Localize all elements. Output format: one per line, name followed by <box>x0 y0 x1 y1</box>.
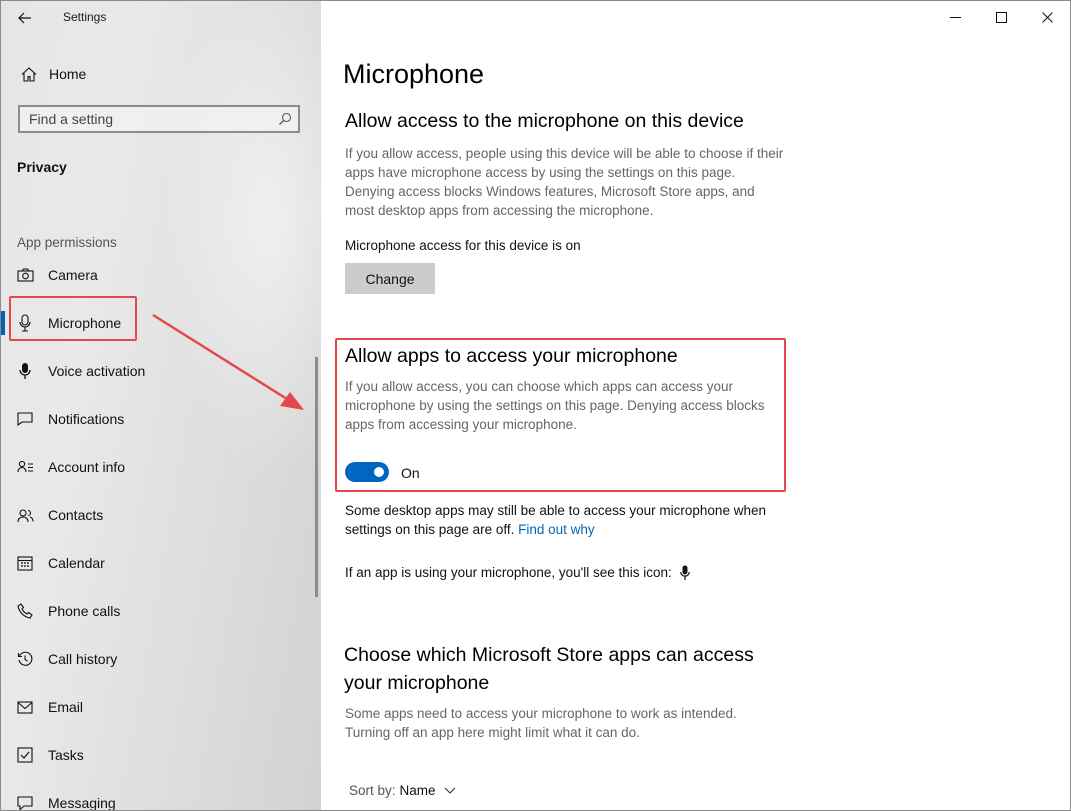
maximize-button[interactable] <box>978 1 1024 33</box>
back-button[interactable] <box>11 5 39 31</box>
maximize-icon <box>995 11 1007 23</box>
sort-dropdown[interactable]: Sort by: Name <box>349 783 456 798</box>
tasks-icon <box>13 747 37 763</box>
history-icon <box>13 651 37 667</box>
close-button[interactable] <box>1024 1 1070 33</box>
minimize-icon <box>949 16 961 18</box>
sidebar-item-messaging[interactable]: Messaging <box>1 781 321 810</box>
sidebar-item-label: Messaging <box>48 795 116 810</box>
sidebar-item-label: Voice activation <box>48 363 146 379</box>
sidebar-scrollbar[interactable] <box>315 357 318 597</box>
sidebar-item-label: Contacts <box>48 507 104 523</box>
sidebar-item-home[interactable]: Home <box>9 60 309 88</box>
device-access-heading: Allow access to the microphone on this d… <box>345 110 744 132</box>
change-button[interactable]: Change <box>345 263 435 294</box>
sidebar-item-tasks[interactable]: Tasks <box>1 733 321 777</box>
icon-note-text: If an app is using your microphone, you'… <box>345 565 672 580</box>
search-icon[interactable] <box>272 112 298 126</box>
sidebar-item-label: Email <box>48 699 84 715</box>
sidebar-item-notifications[interactable]: Notifications <box>1 397 321 441</box>
account-info-icon <box>13 460 37 474</box>
minimize-button[interactable] <box>932 1 978 33</box>
apps-access-heading: Allow apps to access your microphone <box>345 345 678 367</box>
home-icon <box>11 66 47 82</box>
group-label: App permissions <box>17 235 117 250</box>
close-icon <box>1041 11 1053 23</box>
annotation-highlight-sidebar <box>9 296 137 341</box>
home-label: Home <box>49 66 87 82</box>
sidebar-item-contacts[interactable]: Contacts <box>1 493 321 537</box>
sidebar-item-account-info[interactable]: Account info <box>1 445 321 489</box>
sidebar-item-label: Call history <box>48 651 118 667</box>
sort-label: Sort by: <box>349 783 396 798</box>
sidebar: Settings Home Privacy App permissions Ca… <box>1 1 321 810</box>
chevron-down-icon <box>444 787 456 794</box>
sidebar-item-label: Phone calls <box>48 603 121 619</box>
find-out-why-link[interactable]: Find out why <box>518 522 595 537</box>
page-title: Microphone <box>343 59 485 89</box>
search-box[interactable] <box>18 105 300 133</box>
camera-icon <box>13 268 37 282</box>
apps-access-toggle[interactable] <box>345 462 389 482</box>
sidebar-item-phone-calls[interactable]: Phone calls <box>1 589 321 633</box>
settings-window: Settings Home Privacy App permissions Ca… <box>0 0 1071 811</box>
sidebar-item-label: Account info <box>48 459 126 475</box>
calendar-icon <box>13 555 37 571</box>
sidebar-item-label: Camera <box>48 267 98 283</box>
title-bar: Settings <box>1 1 321 35</box>
toggle-state-label: On <box>401 465 420 481</box>
email-icon <box>13 700 37 714</box>
window-controls <box>932 1 1070 33</box>
desktop-apps-note: Some desktop apps may still be able to a… <box>345 501 795 539</box>
store-apps-heading: Choose which Microsoft Store apps can ac… <box>344 644 754 695</box>
device-access-status: Microphone access for this device is on <box>345 238 581 253</box>
sidebar-item-camera[interactable]: Camera <box>1 253 321 297</box>
icon-note: If an app is using your microphone, you'… <box>345 563 690 582</box>
sort-value: Name <box>399 783 436 798</box>
contacts-icon <box>13 508 37 523</box>
section-title: Privacy <box>17 159 67 175</box>
phone-icon <box>13 603 37 619</box>
apps-access-description: If you allow access, you can choose whic… <box>345 379 765 432</box>
main-content: Microphone Allow access to the microphon… <box>321 1 1070 810</box>
microphone-in-use-icon <box>679 565 690 580</box>
sidebar-item-calendar[interactable]: Calendar <box>1 541 321 585</box>
device-access-description: If you allow access, people using this d… <box>345 146 784 218</box>
sidebar-item-label: Notifications <box>48 411 125 427</box>
voice-microphone-icon <box>13 362 37 380</box>
store-apps-heading-line1: Choose which Microsoft Store apps can ac… <box>344 644 754 666</box>
sidebar-item-label: Calendar <box>48 555 105 571</box>
store-apps-description: Some apps need to access your microphone… <box>345 706 737 740</box>
sidebar-item-label: Tasks <box>48 747 84 763</box>
messaging-icon <box>13 795 37 810</box>
sidebar-item-voice-activation[interactable]: Voice activation <box>1 349 321 393</box>
app-title: Settings <box>63 10 107 24</box>
store-apps-heading-line2: your microphone <box>344 672 490 694</box>
notifications-icon <box>13 412 37 426</box>
sidebar-item-call-history[interactable]: Call history <box>1 637 321 681</box>
sidebar-item-email[interactable]: Email <box>1 685 321 729</box>
search-input[interactable] <box>20 106 272 132</box>
back-arrow-icon <box>18 12 31 24</box>
